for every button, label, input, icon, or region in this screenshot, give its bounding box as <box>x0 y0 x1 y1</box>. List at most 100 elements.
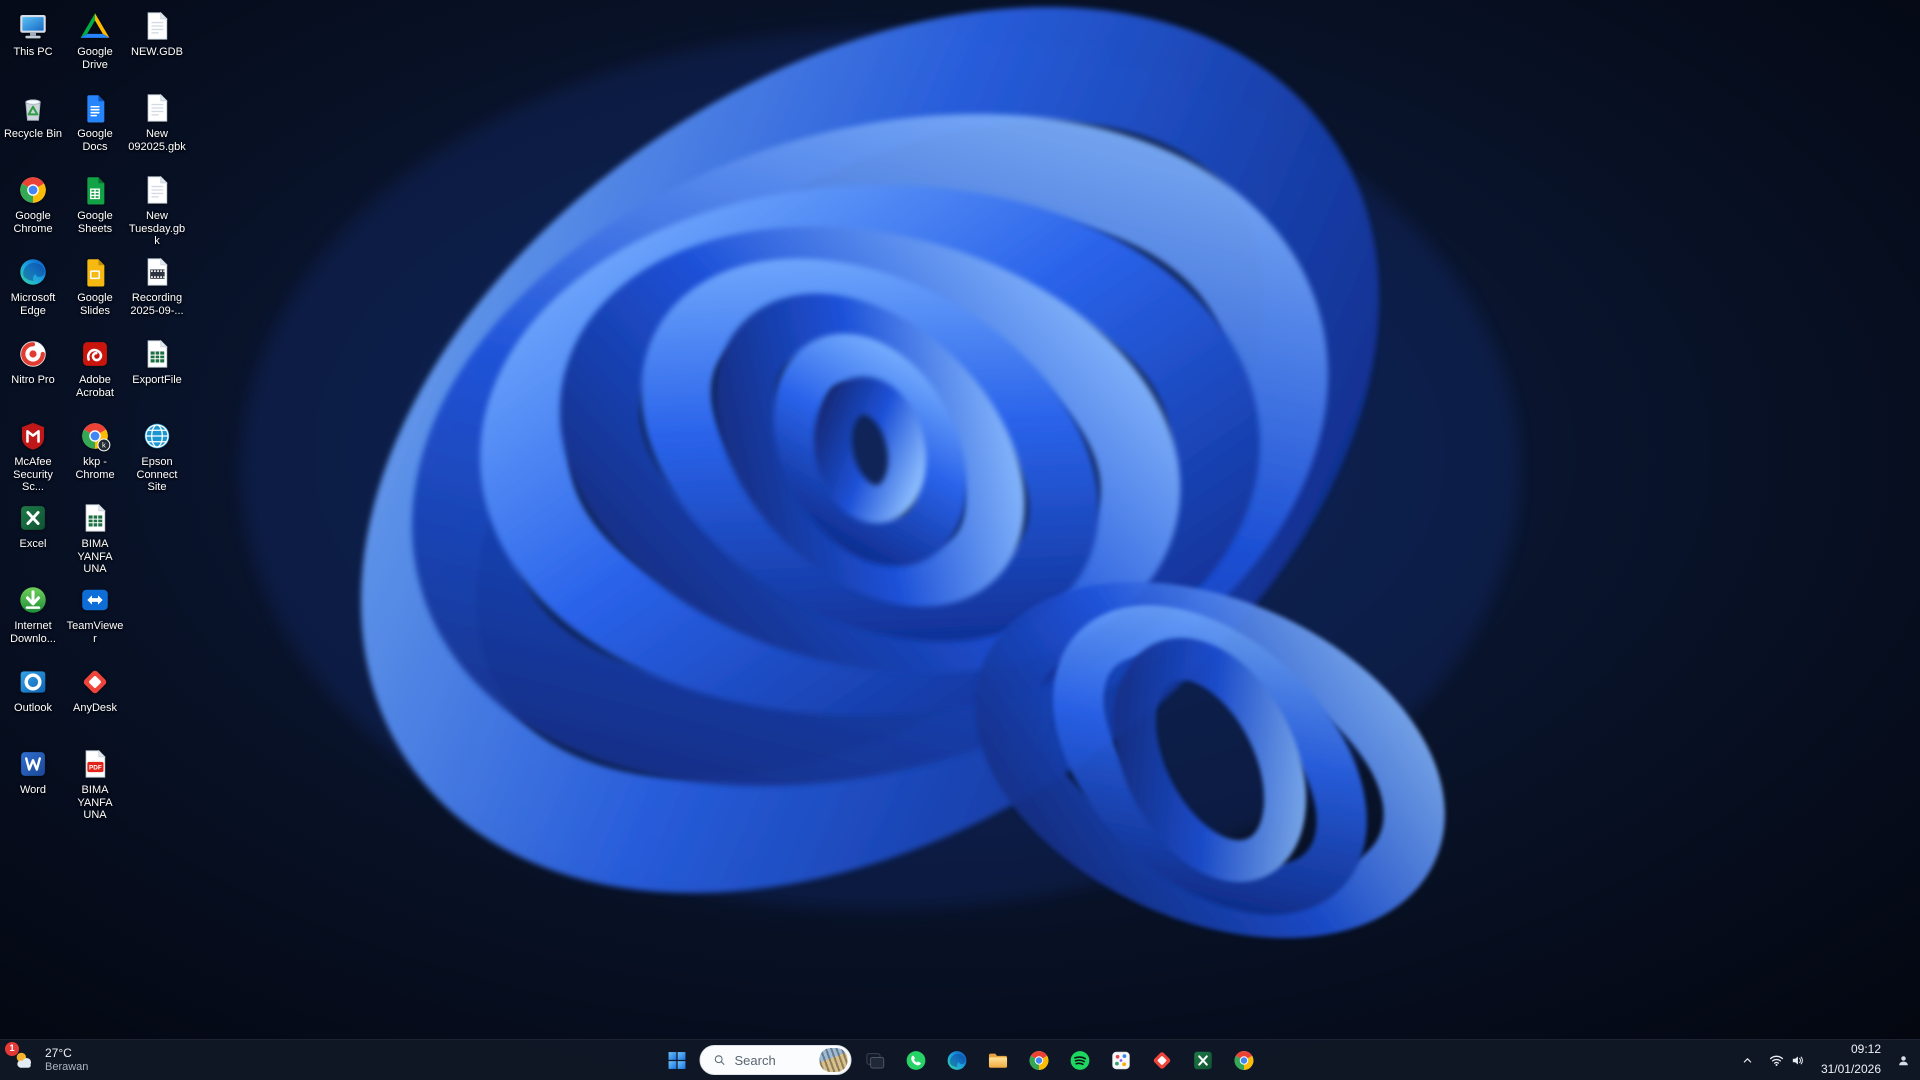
taskbar-button-excel[interactable] <box>1185 1042 1221 1078</box>
recording-file-icon <box>140 255 174 289</box>
paint-icon <box>1108 1048 1133 1073</box>
taskbar-button-chrome[interactable] <box>1226 1042 1262 1078</box>
task-view-icon <box>862 1048 887 1073</box>
desktop-icon[interactable]: Internet Downlo... <box>2 580 64 662</box>
chrome-shortcut-icon <box>78 419 112 453</box>
desktop-icon[interactable]: New 092025.gbk <box>126 88 188 170</box>
search-placeholder: Search <box>735 1053 813 1068</box>
weather-icon: 1 <box>12 1048 37 1073</box>
notification-badge: 1 <box>5 1042 19 1056</box>
desktop-icon-label: BIMA YANFA UNA <box>65 784 125 822</box>
taskbar-center: Search <box>659 1040 1262 1080</box>
idm-icon <box>16 583 50 617</box>
notification-people-button[interactable] <box>1891 1043 1916 1077</box>
desktop-icon[interactable]: McAfee Security Sc... <box>2 416 64 498</box>
desktop-icon[interactable]: Google Drive <box>64 6 126 88</box>
desktop-icon-label: AnyDesk <box>73 702 117 715</box>
desktop-icon[interactable]: Excel <box>2 498 64 580</box>
desktop-icon[interactable]: Google Slides <box>64 252 126 334</box>
word-icon <box>16 747 50 781</box>
desktop-icon[interactable]: AnyDesk <box>64 662 126 744</box>
weather-widget[interactable]: 1 27°C Berawan <box>4 1043 100 1078</box>
weather-text: 27°C Berawan <box>45 1046 88 1075</box>
taskbar-button-anydesk[interactable] <box>1144 1042 1180 1078</box>
taskbar-button-spotify[interactable] <box>1062 1042 1098 1078</box>
network-volume-button[interactable] <box>1763 1043 1811 1077</box>
start-button[interactable] <box>659 1042 695 1078</box>
desktop-icon[interactable]: BIMA YANFA UNA <box>64 744 126 826</box>
taskbar-widgets-area: 1 27°C Berawan <box>4 1040 100 1080</box>
tray-overflow-button[interactable] <box>1734 1043 1761 1077</box>
edge-icon <box>16 255 50 289</box>
desktop-icon[interactable]: kkp - Chrome <box>64 416 126 498</box>
desktop-icon[interactable]: Nitro Pro <box>2 334 64 416</box>
tray-time: 09:12 <box>1851 1042 1881 1058</box>
google-docs-icon <box>78 91 112 125</box>
generic-file-icon <box>140 9 174 43</box>
desktop-icon[interactable]: Google Sheets <box>64 170 126 252</box>
desktop-icon[interactable]: TeamViewer <box>64 580 126 662</box>
search-box[interactable]: Search <box>700 1045 852 1075</box>
desktop-icon[interactable]: Recycle Bin <box>2 88 64 170</box>
desktop-icon[interactable]: Outlook <box>2 662 64 744</box>
taskbar-button-chrome[interactable] <box>1021 1042 1057 1078</box>
desktop-icon-label: Adobe Acrobat <box>65 374 125 399</box>
desktop-icon[interactable]: Microsoft Edge <box>2 252 64 334</box>
desktop-icon[interactable]: Google Chrome <box>2 170 64 252</box>
desktop-icon-grid: This PC Recycle Bin Google Chrome Micros… <box>2 6 188 826</box>
google-sheets-icon <box>78 173 112 207</box>
desktop-icon[interactable]: BIMA YANFA UNA <box>64 498 126 580</box>
desktop-icon-label: New Tuesday.gbk <box>127 210 187 248</box>
search-highlight-image[interactable] <box>820 1048 848 1072</box>
desktop-icon-label: BIMA YANFA UNA <box>65 538 125 576</box>
outlook-icon <box>16 665 50 699</box>
spotify-icon <box>1067 1048 1092 1073</box>
chrome-icon <box>1026 1048 1051 1073</box>
desktop-icon[interactable]: This PC <box>2 6 64 88</box>
chrome-icon <box>1231 1048 1256 1073</box>
desktop-icon-label: Google Slides <box>65 292 125 317</box>
desktop-icon-label: Excel <box>20 538 47 551</box>
desktop-icon[interactable]: Recording 2025-09-... <box>126 252 188 334</box>
desktop-icon-label: Recycle Bin <box>4 128 62 141</box>
desktop-icon-label: Recording 2025-09-... <box>127 292 187 317</box>
wifi-icon <box>1768 1052 1785 1069</box>
taskbar-pinned-apps <box>857 1042 1262 1078</box>
excel-icon <box>1190 1048 1215 1073</box>
desktop-icon-label: Google Drive <box>65 46 125 71</box>
desktop-icon-label: Google Docs <box>65 128 125 153</box>
taskbar-button-file-explorer[interactable] <box>980 1042 1016 1078</box>
this-pc-icon <box>16 9 50 43</box>
clock-button[interactable]: 09:12 31/01/2026 <box>1813 1043 1889 1077</box>
chrome-icon <box>16 173 50 207</box>
generic-file-icon <box>140 91 174 125</box>
desktop-wallpaper <box>0 0 1920 1080</box>
desktop-icon[interactable]: Word <box>2 744 64 826</box>
desktop-icon[interactable]: Google Docs <box>64 88 126 170</box>
pdf-file-icon <box>78 747 112 781</box>
teamviewer-icon <box>78 583 112 617</box>
desktop-icon-label: kkp - Chrome <box>65 456 125 481</box>
desktop-icon[interactable]: NEW.GDB <box>126 6 188 88</box>
desktop-icon-label: McAfee Security Sc... <box>3 456 63 494</box>
mcafee-icon <box>16 419 50 453</box>
desktop-icon-label: New 092025.gbk <box>127 128 187 153</box>
taskbar-button-task-view[interactable] <box>857 1042 893 1078</box>
taskbar-button-paint[interactable] <box>1103 1042 1139 1078</box>
desktop-icon[interactable]: ExportFile <box>126 334 188 416</box>
recycle-bin-icon <box>16 91 50 125</box>
taskbar-button-edge[interactable] <box>939 1042 975 1078</box>
taskbar-button-whatsapp[interactable] <box>898 1042 934 1078</box>
excel-file-icon <box>140 337 174 371</box>
search-icon <box>712 1052 728 1068</box>
chevron-up-icon <box>1739 1052 1756 1069</box>
desktop-icon-label: Nitro Pro <box>11 374 54 387</box>
whatsapp-icon <box>903 1048 928 1073</box>
desktop-icon[interactable]: New Tuesday.gbk <box>126 170 188 252</box>
desktop-icon[interactable]: Adobe Acrobat <box>64 334 126 416</box>
file-explorer-icon <box>985 1048 1010 1073</box>
desktop-icon[interactable]: Epson Connect Site <box>126 416 188 498</box>
desktop-icon-label: TeamViewer <box>65 620 125 645</box>
excel-icon <box>16 501 50 535</box>
weather-temperature: 27°C <box>45 1046 72 1061</box>
